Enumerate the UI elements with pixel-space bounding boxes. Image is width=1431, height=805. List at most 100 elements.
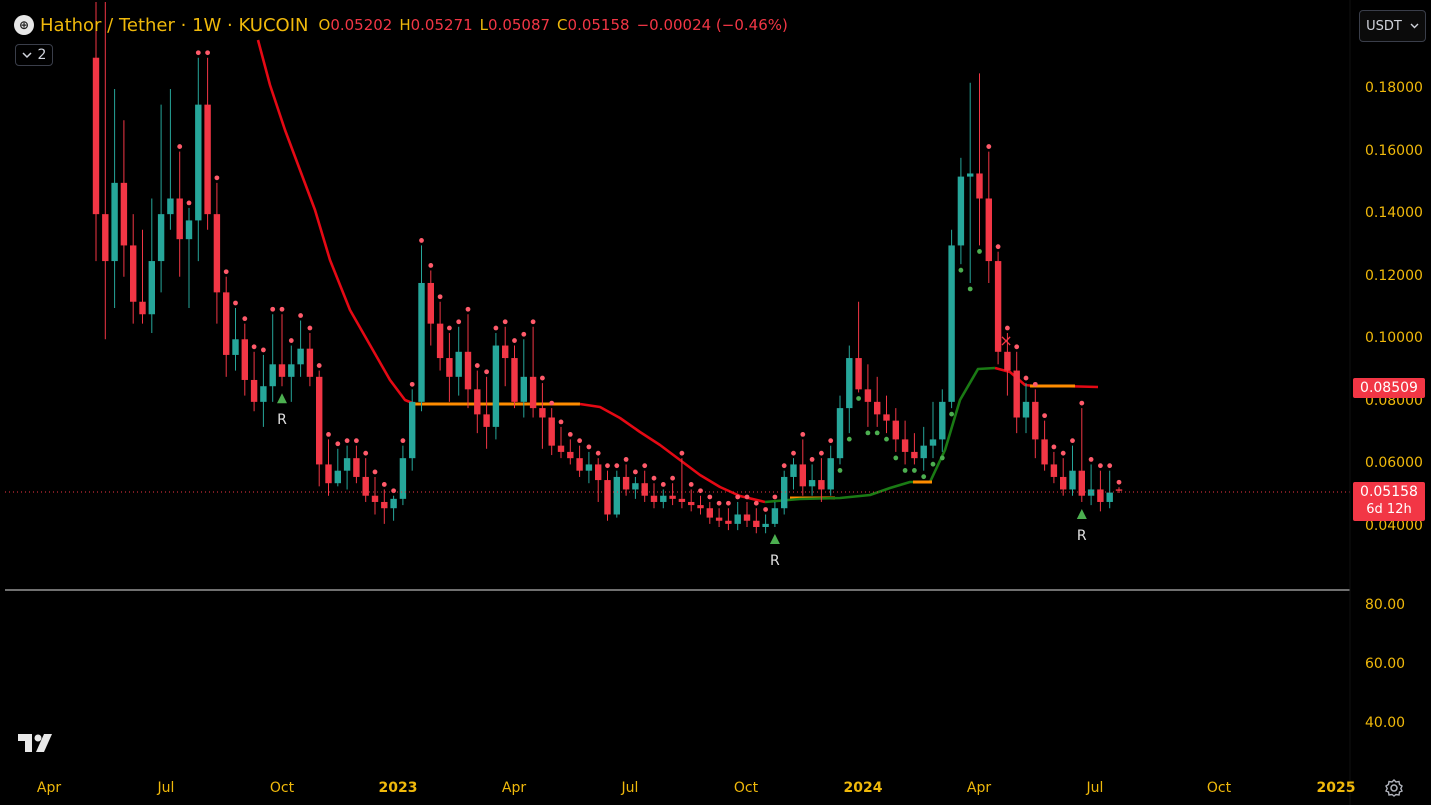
- candle: [399, 445, 407, 506]
- trend-line-up: [764, 366, 996, 504]
- signal-dot-up: [949, 411, 954, 417]
- signal-dot-up: [967, 286, 973, 292]
- candle: [529, 326, 537, 418]
- candle-body: [139, 301, 146, 315]
- candle-body: [316, 376, 323, 465]
- candle-body: [232, 339, 239, 355]
- signal-dot-down: [567, 432, 573, 437]
- candle-body: [148, 261, 155, 315]
- signal-dot-down: [484, 369, 489, 375]
- price-axis-label: 0.06000: [1365, 455, 1423, 472]
- candle-body: [1004, 351, 1011, 371]
- tradingview-logo-icon[interactable]: [18, 732, 58, 754]
- indicators-toggle-button[interactable]: 2: [15, 44, 53, 66]
- candle: [883, 395, 890, 434]
- signal-dot-down: [633, 469, 638, 475]
- candle: [1041, 420, 1048, 471]
- reversal-label: R: [1077, 528, 1087, 544]
- signal-dot-down: [409, 381, 415, 387]
- candle: [790, 458, 797, 490]
- chart-window[interactable]: R R R × ⊕ Hathor / Tether · 1W · KUCOIN O0.…: [0, 0, 1431, 805]
- candle-body: [976, 173, 983, 199]
- signal-dot-down: [688, 482, 694, 487]
- signal-dot-down: [1116, 479, 1122, 485]
- reversal-signal: R: [277, 393, 287, 428]
- candle: [223, 276, 230, 377]
- signal-dot-up: [837, 468, 843, 473]
- candle-body: [595, 464, 602, 481]
- candle-body: [864, 389, 872, 402]
- candle-body: [418, 282, 425, 402]
- candle: [613, 470, 620, 518]
- candle-body: [325, 464, 332, 484]
- candle-body: [260, 386, 267, 402]
- bar-countdown: 6d 12h: [1366, 502, 1412, 517]
- signal-dot-down: [279, 306, 285, 312]
- candle-body: [492, 345, 500, 427]
- candle: [436, 301, 444, 371]
- candle: [241, 323, 248, 396]
- oscillator-axis-label: 40.00: [1365, 715, 1406, 731]
- price-axis-label: 0.16000: [1365, 142, 1423, 159]
- candle: [1032, 389, 1039, 459]
- candle-body: [901, 439, 909, 452]
- candle: [325, 439, 332, 496]
- price-axis-label: 0.12000: [1365, 267, 1423, 284]
- candle: [836, 395, 844, 465]
- time-axis-label: Oct: [269, 780, 295, 796]
- signal-dot-down: [251, 344, 257, 350]
- last-price-tag: 0.05158 6d 12h: [1353, 482, 1425, 521]
- signal-dot-down: [744, 494, 750, 500]
- hathor-logo-icon[interactable]: ⊕: [14, 15, 34, 35]
- candle: [232, 308, 239, 371]
- candle-body: [1069, 470, 1076, 490]
- candle: [260, 354, 267, 427]
- candle-body: [130, 245, 137, 302]
- signal-dot-down: [428, 263, 434, 268]
- currency-selector[interactable]: USDT: [1359, 10, 1426, 42]
- candle-body: [808, 480, 816, 487]
- candle: [576, 445, 583, 477]
- candle-body: [176, 198, 183, 240]
- candle: [176, 151, 183, 277]
- signal-dot-down: [521, 331, 527, 337]
- signal-dot-down: [233, 300, 238, 306]
- candle: [697, 495, 704, 515]
- candle: [1013, 351, 1020, 434]
- candle-body: [455, 351, 462, 377]
- candle: [855, 301, 862, 393]
- signal-dot-down: [326, 432, 331, 437]
- signal-dot-down: [753, 500, 759, 506]
- candle: [185, 207, 193, 308]
- signal-dot-down: [372, 469, 378, 475]
- signal-dot-down: [1032, 381, 1038, 387]
- signal-dot-down: [1023, 375, 1029, 381]
- candle: [948, 229, 955, 409]
- candle: [929, 401, 937, 459]
- candle-body: [613, 476, 620, 515]
- candle-body: [399, 458, 407, 499]
- signal-dot-down: [1098, 463, 1103, 469]
- candle-body: [678, 498, 686, 502]
- signal-dot-down: [270, 306, 276, 312]
- candle-body: [743, 514, 751, 521]
- candle: [195, 57, 202, 262]
- reversal-signal: R: [769, 534, 780, 569]
- candle: [297, 320, 304, 377]
- chart-canvas[interactable]: R R R ×: [0, 0, 1431, 805]
- signal-dot-down: [512, 338, 517, 343]
- candle-body: [929, 439, 937, 446]
- candle: [892, 408, 899, 452]
- candle: [381, 489, 388, 524]
- symbol-title[interactable]: Hathor / Tether · 1W · KUCOIN: [40, 15, 309, 36]
- candle-body: [883, 414, 890, 421]
- signal-dot-down: [558, 419, 564, 425]
- gear-icon[interactable]: [1384, 778, 1404, 798]
- candle-body: [306, 348, 314, 377]
- candle: [1087, 464, 1095, 506]
- candle-body: [464, 351, 472, 390]
- signal-dot-down: [605, 463, 610, 469]
- candle-body: [604, 480, 611, 515]
- candle-body: [669, 495, 676, 499]
- candle: [1106, 470, 1113, 509]
